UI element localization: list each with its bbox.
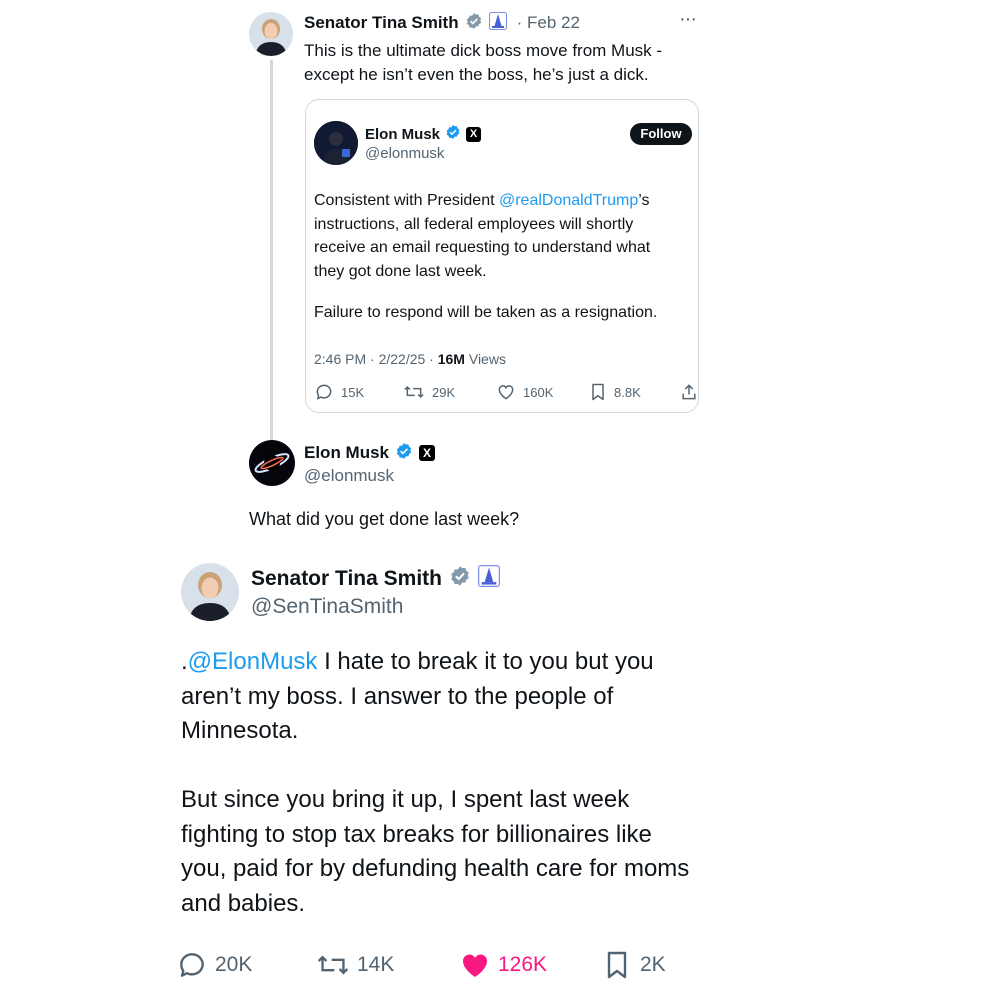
reply-text-line: except he isn’t even the boss, he’s just…	[304, 65, 649, 84]
views-label: Views	[464, 351, 506, 367]
heart-icon	[459, 949, 491, 981]
tina-smith-avatar[interactable]	[249, 12, 293, 56]
mention-link[interactable]: @realDonaldTrump	[499, 192, 638, 209]
repost-count: 29K	[432, 384, 456, 400]
main-text-line: aren’t my boss. I answer to the people o…	[181, 682, 614, 710]
quoted-bookmark-button[interactable]: 8.8K	[589, 382, 641, 402]
reply-count: 15K	[341, 384, 365, 400]
reply-text-line: This is the ultimate dick boss move from…	[304, 41, 663, 60]
quoted-tweet-text: Consistent with President @realDonaldTru…	[314, 189, 650, 283]
like-count: 126K	[498, 953, 548, 976]
quoted-text: Consistent with President	[314, 192, 499, 209]
repost-icon	[316, 949, 350, 981]
quoted-like-button[interactable]: 160K	[496, 382, 553, 402]
capitol-affiliation-icon	[477, 565, 500, 593]
tina-smith-avatar[interactable]	[181, 563, 239, 621]
bookmark-count: 2K	[640, 953, 666, 976]
more-options-icon[interactable]: ···	[679, 8, 697, 31]
verified-badge-icon	[465, 12, 483, 35]
tina-smith-avatar-image	[249, 12, 293, 56]
quoted-text: ’s	[638, 192, 650, 209]
main-text: I hate to break it to you but you	[317, 648, 654, 675]
reply-icon	[314, 382, 334, 402]
x-affiliation-icon: X	[419, 445, 436, 461]
quoted-author-handle[interactable]: @elonmusk	[365, 145, 444, 162]
verified-badge-icon	[449, 565, 471, 593]
reply-text: This is the ultimate dick boss move from…	[304, 39, 662, 87]
reply-icon	[176, 949, 208, 981]
share-icon[interactable]	[679, 382, 699, 407]
main-text-line: fighting to stop tax breaks for billiona…	[181, 820, 652, 848]
musk-reply-name[interactable]: Elon Musk	[304, 443, 389, 463]
thread-line	[270, 60, 273, 445]
main-author-handle[interactable]: @SenTinaSmith	[251, 595, 403, 619]
quoted-meta: 2:46 PM · 2/22/25 · 16M Views	[314, 351, 506, 367]
main-text: .	[181, 648, 188, 675]
verified-badge-icon	[445, 124, 461, 144]
main-reply-button[interactable]: 20K	[176, 949, 252, 981]
main-text-line: you, paid for by defunding health care f…	[181, 855, 690, 882]
quoted-text-line: instructions, all federal employees will…	[314, 215, 634, 233]
capitol-affiliation-icon	[488, 11, 507, 35]
main-tweet-text: .@ElonMusk I hate to break it to you but…	[181, 645, 654, 749]
reply-date[interactable]: · Feb 22	[517, 13, 580, 33]
quoted-repost-button[interactable]: 29K	[403, 382, 455, 402]
reply-author-name[interactable]: Senator Tina Smith	[304, 13, 459, 33]
reply-count: 20K	[215, 953, 253, 976]
elon-musk-avatar-image	[314, 121, 358, 165]
views-count: 16M	[437, 351, 465, 367]
heart-icon	[496, 382, 516, 402]
repost-icon	[403, 382, 425, 402]
main-repost-button[interactable]: 14K	[316, 949, 394, 981]
quoted-text-line: Failure to respond will be taken as a re…	[314, 304, 658, 321]
quoted-reply-button[interactable]: 15K	[314, 382, 364, 402]
black-hole-avatar-image	[249, 440, 295, 486]
main-author-name[interactable]: Senator Tina Smith	[251, 567, 442, 591]
musk-reply-text: What did you get done last week?	[249, 509, 520, 529]
repost-count: 14K	[357, 953, 395, 976]
musk-reply-handle[interactable]: @elonmusk	[304, 466, 394, 486]
elon-musk-avatar[interactable]	[314, 121, 358, 165]
bookmark-icon	[589, 382, 607, 402]
main-text-line: and babies.	[181, 889, 306, 917]
main-like-button[interactable]: 126K	[459, 949, 547, 981]
follow-button[interactable]: Follow	[630, 123, 692, 145]
main-text-line: Minnesota.	[181, 717, 299, 744]
quoted-text-line: receive an email requesting to understan…	[314, 239, 651, 256]
quoted-text-line: they got done last week.	[314, 262, 487, 280]
bookmark-icon	[603, 949, 631, 981]
elon-musk-avatar[interactable]	[249, 440, 295, 486]
timestamp[interactable]: 2:46 PM · 2/22/25 ·	[314, 351, 438, 367]
mention-link[interactable]: @ElonMusk	[188, 648, 318, 675]
verified-badge-icon	[395, 442, 413, 465]
x-affiliation-icon: X	[466, 126, 482, 142]
tina-smith-avatar-image	[181, 563, 239, 621]
bookmark-count: 8.8K	[614, 384, 641, 400]
main-tweet-text-2: But since you bring it up, I spent last …	[181, 783, 689, 921]
main-bookmark-button[interactable]: 2K	[603, 949, 666, 981]
quoted-author-name[interactable]: Elon Musk	[365, 126, 440, 143]
main-text-line: But since you bring it up, I spent last …	[181, 786, 630, 813]
like-count: 160K	[523, 384, 554, 400]
